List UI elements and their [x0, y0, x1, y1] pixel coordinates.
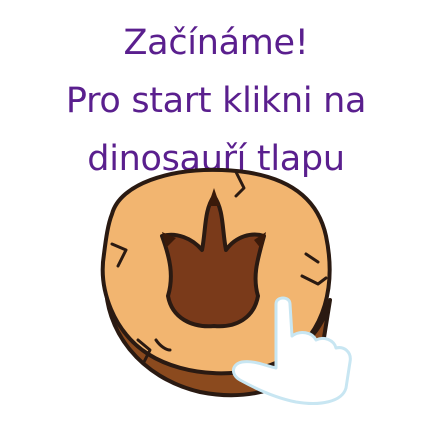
dino-paw-start-button[interactable]	[0, 0, 432, 432]
dino-paw-stone-icon[interactable]	[0, 0, 432, 432]
